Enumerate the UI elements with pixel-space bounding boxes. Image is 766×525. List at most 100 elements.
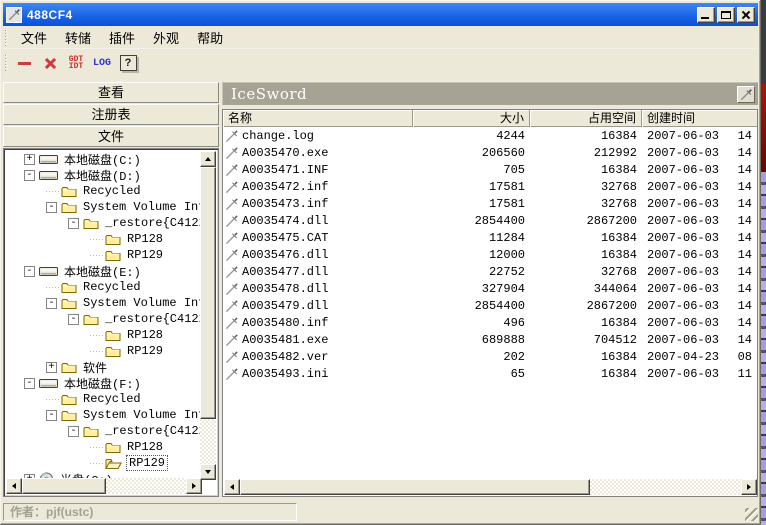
file-row[interactable]: A0035493.ini65163842007-06-0311 xyxy=(223,365,757,382)
tree-item[interactable]: -本地磁盘(E:) xyxy=(6,263,202,279)
resize-grip[interactable] xyxy=(745,508,758,521)
file-name-cell[interactable]: A0035482.ver xyxy=(223,350,413,364)
file-row[interactable]: A0035478.dll3279043440642007-06-0314 xyxy=(223,280,757,297)
collapse-minus-icon[interactable]: - xyxy=(46,202,57,213)
file-row[interactable]: A0035474.dll285440028672002007-06-0314 xyxy=(223,212,757,229)
tree-item-label[interactable]: RP128 xyxy=(125,440,165,454)
file-name-cell[interactable]: A0035470.exe xyxy=(223,146,413,160)
tree-item-label[interactable]: 本地磁盘(F:) xyxy=(62,375,143,392)
tree-item[interactable]: RP129 xyxy=(6,247,202,263)
tree-item-label[interactable]: RP128 xyxy=(125,232,165,246)
log-button[interactable]: LOG xyxy=(90,52,114,74)
column-header-space[interactable]: 占用空间 xyxy=(530,110,642,127)
file-row[interactable]: A0035477.dll22752327682007-06-0314 xyxy=(223,263,757,280)
gdt-idt-button[interactable]: GDTIDT xyxy=(64,52,88,74)
file-row[interactable]: A0035470.exe2065602129922007-06-0314 xyxy=(223,144,757,161)
collapse-minus-icon[interactable]: - xyxy=(24,378,35,389)
file-name-cell[interactable]: A0035481.exe xyxy=(223,333,413,347)
tree-item[interactable]: RP128 xyxy=(6,327,202,343)
tree-item-label[interactable]: System Volume Inform xyxy=(81,408,202,422)
menubar-gripper[interactable] xyxy=(5,30,8,46)
file-row[interactable]: A0035473.inf17581327682007-06-0314 xyxy=(223,195,757,212)
scroll-right-button[interactable] xyxy=(741,479,757,495)
file-row[interactable]: A0035479.dll285440028672002007-06-0314 xyxy=(223,297,757,314)
tree-item[interactable]: -_restore{C4122E88 xyxy=(6,311,202,327)
collapse-minus-icon[interactable]: - xyxy=(68,426,79,437)
column-header-name[interactable]: 名称 xyxy=(223,110,413,127)
tree-item-label[interactable]: Recycled xyxy=(81,184,143,198)
file-name-cell[interactable]: A0035479.dll xyxy=(223,299,413,313)
file-name-cell[interactable]: A0035474.dll xyxy=(223,214,413,228)
toolbar-gripper[interactable] xyxy=(5,55,8,71)
sidebar-button-registry[interactable]: 注册表 xyxy=(3,104,219,125)
tree-item-label[interactable]: Recycled xyxy=(81,392,143,406)
tree-horizontal-scrollbar[interactable] xyxy=(6,478,202,494)
sidebar-button-file[interactable]: 文件 xyxy=(3,126,219,147)
scroll-left-button[interactable] xyxy=(224,479,240,495)
menu-appearance[interactable]: 外观 xyxy=(144,25,188,50)
tree-item[interactable]: - 本地磁盘(D:) xyxy=(6,167,202,183)
file-row[interactable]: A0035481.exe6898887045122007-06-0314 xyxy=(223,331,757,348)
tree-item[interactable]: Recycled xyxy=(6,279,202,295)
tree-item-label[interactable]: RP129 xyxy=(126,455,168,471)
tree-item[interactable]: - System Volume Inform xyxy=(6,199,202,215)
file-name-cell[interactable]: A0035480.inf xyxy=(223,316,413,330)
tree-item-label[interactable]: RP128 xyxy=(125,328,165,342)
collapse-minus-icon[interactable]: - xyxy=(24,170,35,181)
tree-item[interactable]: - _restore{C4122E88 xyxy=(6,215,202,231)
terminate-button[interactable] xyxy=(38,52,62,74)
column-header-created[interactable]: 创建时间 xyxy=(642,110,757,127)
menu-help[interactable]: 帮助 xyxy=(188,25,232,50)
list-hscroll-thumb[interactable] xyxy=(240,479,590,495)
close-button[interactable] xyxy=(737,7,755,23)
collapse-minus-icon[interactable]: - xyxy=(46,298,57,309)
tree-item-label[interactable]: 本地磁盘(C:) xyxy=(62,151,143,168)
tree-item-label[interactable]: _restore{C4122E88 xyxy=(103,424,202,438)
tree-item-label[interactable]: RP129 xyxy=(125,248,165,262)
collapse-minus-icon[interactable]: - xyxy=(46,410,57,421)
file-name-cell[interactable]: A0035475.CAT xyxy=(223,231,413,245)
tree-item[interactable]: RP128 xyxy=(6,439,202,455)
file-name-cell[interactable]: A0035472.inf xyxy=(223,180,413,194)
help-button[interactable]: ? xyxy=(116,52,140,74)
tree-item[interactable]: - 本地磁盘(F:) xyxy=(6,375,202,391)
tree-item-label[interactable]: System Volume Inform xyxy=(81,200,202,214)
menu-file[interactable]: 文件 xyxy=(12,25,56,50)
tree-item[interactable]: -System Volume Inform xyxy=(6,295,202,311)
scroll-up-button[interactable] xyxy=(200,151,216,167)
file-row[interactable]: A0035476.dll12000163842007-06-0314 xyxy=(223,246,757,263)
collapse-minus-icon[interactable]: - xyxy=(24,266,35,277)
tree-item-label[interactable]: _restore{C4122E88 xyxy=(103,216,202,230)
file-row[interactable]: A0035480.inf496163842007-06-0314 xyxy=(223,314,757,331)
expand-plus-icon[interactable]: + xyxy=(46,362,57,373)
menu-dump[interactable]: 转储 xyxy=(56,25,100,50)
column-header-size[interactable]: 大小 xyxy=(413,110,530,127)
list-horizontal-scrollbar[interactable] xyxy=(224,479,757,495)
scroll-right-button[interactable] xyxy=(186,478,202,494)
file-name-cell[interactable]: A0035473.inf xyxy=(223,197,413,211)
maximize-button[interactable] xyxy=(717,7,735,23)
scroll-left-button[interactable] xyxy=(6,478,22,494)
tree-vscroll-thumb[interactable] xyxy=(200,167,216,419)
collapse-minus-icon[interactable]: - xyxy=(68,218,79,229)
file-name-cell[interactable]: A0035493.ini xyxy=(223,367,413,381)
scroll-down-button[interactable] xyxy=(200,464,216,480)
tree-item-label[interactable]: 软件 xyxy=(81,359,109,376)
file-name-cell[interactable]: change.log xyxy=(223,129,413,143)
file-name-cell[interactable]: A0035477.dll xyxy=(223,265,413,279)
tree-item[interactable]: - _restore{C4122E88 xyxy=(6,423,202,439)
file-row[interactable]: A0035471.INF705163842007-06-0314 xyxy=(223,161,757,178)
sidebar-button-view[interactable]: 查看 xyxy=(3,82,219,103)
tree-item[interactable]: RP129 xyxy=(6,343,202,359)
file-name-cell[interactable]: A0035476.dll xyxy=(223,248,413,262)
tree-vertical-scrollbar[interactable] xyxy=(200,151,216,480)
tree-item-label[interactable]: RP129 xyxy=(125,344,165,358)
file-row[interactable]: A0035482.ver202163842007-04-2308 xyxy=(223,348,757,365)
file-name-cell[interactable]: A0035471.INF xyxy=(223,163,413,177)
file-row[interactable]: change.log4244163842007-06-0314 xyxy=(223,127,757,144)
disconnect-button[interactable] xyxy=(12,52,36,74)
tree-item[interactable]: +本地磁盘(C:) xyxy=(6,151,202,167)
tree-item-label[interactable]: 本地磁盘(D:) xyxy=(62,167,143,184)
file-name-cell[interactable]: A0035478.dll xyxy=(223,282,413,296)
tree-item-label[interactable]: _restore{C4122E88 xyxy=(103,312,202,326)
